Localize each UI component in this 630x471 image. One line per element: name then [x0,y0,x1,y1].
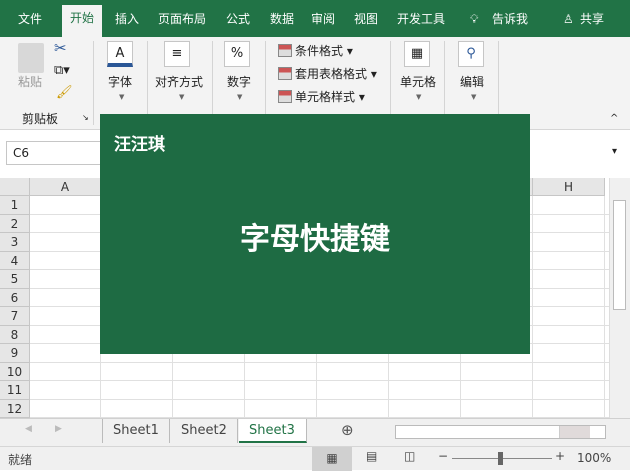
label: 套用表格格式 [295,67,368,81]
column-header[interactable]: H [533,178,605,196]
row-header[interactable]: 12 [0,399,30,418]
gridline [604,196,605,418]
sheet-tab-bar: ◀ ▶ Sheet1 Sheet2 Sheet3 ⊕ [0,418,630,446]
percent-icon[interactable]: % [224,41,250,67]
cut-icon[interactable]: ✂ [54,39,67,57]
row-header[interactable]: 10 [0,362,30,381]
paste-button[interactable]: 粘贴 [18,73,42,90]
tab-view[interactable]: 视图 [346,8,386,37]
format-as-table-button[interactable]: 套用表格格式 ▾ [278,65,377,82]
table-icon [278,67,292,80]
label: 单元格样式 [295,90,356,104]
add-sheet-icon[interactable]: ⊕ [341,421,354,439]
conditional-format-button[interactable]: 条件格式 ▾ [278,42,353,59]
sheet-tab-2[interactable]: Sheet2 [171,419,238,443]
sheet-tab-3[interactable]: Sheet3 [239,419,307,443]
zoom-out-button[interactable]: − [438,449,448,463]
format-painter-icon[interactable]: 🖌︎ [56,85,73,100]
gridline [30,398,609,400]
zoom-level[interactable]: 100% [577,451,611,465]
row-header[interactable]: 9 [0,344,30,363]
row-header[interactable]: 3 [0,233,30,252]
gridline [30,380,609,381]
prev-sheet-icon[interactable]: ◀ [25,424,32,434]
title-overlay: 汪汪琪 字母快捷键 [100,114,530,354]
conditional-format-icon [278,44,292,57]
status-bar: 就绪 ▦ ▤ ◫ − + 100% [0,446,630,471]
ribbon-tab-bar: 文件 开始 插入 页面布局 公式 数据 审阅 视图 开发工具 💡︎ 告诉我 ♙ … [0,0,630,37]
author-logo: 汪汪琪 [114,135,165,155]
page-layout-view-icon[interactable]: ▤ [366,449,377,463]
overlay-title: 字母快捷键 [240,222,390,257]
row-header[interactable]: 5 [0,270,30,289]
tab-file[interactable]: 文件 [10,8,50,37]
editing-button[interactable]: 编辑 [460,73,484,90]
alignment-button[interactable]: 对齐方式 [155,73,203,90]
row-header[interactable]: 7 [0,307,30,326]
tab-developer[interactable]: 开发工具 [389,8,453,37]
status-text: 就绪 [8,453,33,467]
row-header[interactable]: 6 [0,288,30,307]
column-header[interactable]: A [30,178,101,196]
name-box[interactable]: C6 [6,141,102,165]
row-header[interactable]: 1 [0,196,30,215]
page-break-view-icon[interactable]: ◫ [404,449,415,463]
cell-styles-button[interactable]: 单元格样式 ▾ [278,88,365,105]
collapse-ribbon-icon[interactable]: ^ [610,113,618,124]
scroll-thumb[interactable] [613,200,626,310]
tab-insert[interactable]: 插入 [107,8,147,37]
row-header[interactable]: 2 [0,214,30,233]
dialog-launcher-icon[interactable]: ↘ [82,113,89,122]
cells-icon[interactable]: ▦ [404,41,430,67]
share-button[interactable]: 共享 [572,8,612,37]
cell-style-icon [278,90,292,103]
font-icon[interactable]: A [107,41,133,67]
clipboard-group-label: 剪贴板 [22,112,59,126]
next-sheet-icon[interactable]: ▶ [55,424,62,434]
align-icon[interactable]: ≡ [164,41,190,67]
gridline [30,361,609,363]
tab-data[interactable]: 数据 [262,8,302,37]
normal-view-icon[interactable]: ▦ [312,447,352,471]
paste-icon [18,43,44,73]
horizontal-scrollbar[interactable] [395,425,606,439]
zoom-slider-thumb[interactable] [498,452,503,465]
row-header[interactable]: 11 [0,381,30,400]
row-header[interactable]: 4 [0,251,30,270]
font-button[interactable]: 字体 [108,73,132,90]
vertical-scrollbar[interactable] [609,178,630,418]
cells-button[interactable]: 单元格 [400,73,436,90]
number-button[interactable]: 数字 [227,73,251,90]
expand-formula-icon[interactable]: ▾ [612,146,617,157]
tell-me-button[interactable]: 告诉我 [484,8,536,37]
search-icon[interactable]: ⚲ [458,41,484,67]
label: 条件格式 [295,44,344,58]
gridline [532,196,533,418]
tab-formulas[interactable]: 公式 [218,8,258,37]
scroll-thumb[interactable] [410,426,560,438]
lightbulb-icon: 💡︎ [470,12,479,26]
tab-home[interactable]: 开始 [62,5,103,37]
sheet-tab-1[interactable]: Sheet1 [102,419,170,443]
select-all[interactable] [0,178,30,196]
zoom-in-button[interactable]: + [555,449,565,463]
row-header[interactable]: 8 [0,325,30,344]
copy-icon[interactable]: ⧉▾ [54,63,70,78]
tab-review[interactable]: 审阅 [303,8,343,37]
tab-page-layout[interactable]: 页面布局 [150,8,214,37]
